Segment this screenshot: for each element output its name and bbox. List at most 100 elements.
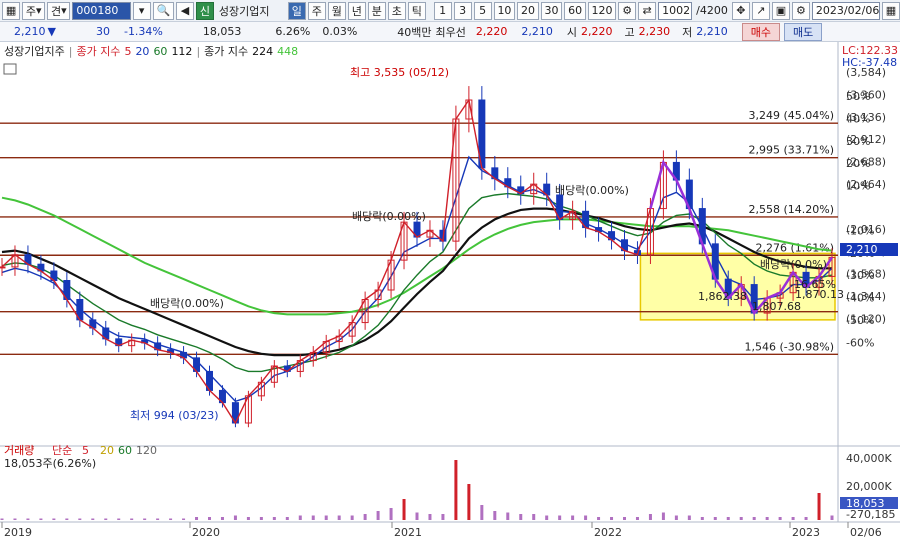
- volume-bar: [545, 515, 549, 520]
- volume-period: 5: [82, 444, 89, 457]
- low-price: 2,210: [696, 25, 728, 38]
- volume-bar: [52, 518, 56, 520]
- volume-current: 18,053주(6.26%): [4, 457, 96, 470]
- save-icon[interactable]: ▣: [771, 1, 790, 20]
- volume-bar: [0, 518, 4, 520]
- x-label: 2023: [792, 526, 820, 539]
- market-select[interactable]: 주 ▾: [22, 1, 46, 20]
- volume-bar: [506, 512, 510, 520]
- y-pct-label: 20%: [846, 157, 870, 170]
- volume-bar: [220, 517, 224, 520]
- volume-bar: [804, 517, 808, 520]
- period-tick[interactable]: 틱: [407, 1, 426, 20]
- buy-button[interactable]: 매수: [741, 22, 781, 41]
- volume-bar: [648, 514, 652, 520]
- minute-opt-5[interactable]: 5: [473, 1, 492, 20]
- volume-period: 120: [136, 444, 157, 457]
- legend-ma448: 448: [277, 44, 299, 58]
- volume-bar: [272, 517, 276, 520]
- volume-bar: [169, 518, 173, 520]
- volume-period: 20: [100, 444, 114, 457]
- type-label: 견: [50, 4, 62, 18]
- volume-bar: [324, 515, 328, 520]
- period-second[interactable]: 초: [387, 1, 406, 20]
- x-label: 2021: [394, 526, 422, 539]
- calendar-icon[interactable]: ▦: [881, 1, 900, 20]
- legend-ma224: 224: [252, 44, 274, 58]
- volume-bar: [558, 515, 562, 520]
- volume-bar: [26, 518, 30, 520]
- y-pct-label: -60%: [846, 336, 874, 349]
- minute-opt-60[interactable]: 60: [564, 1, 586, 20]
- period-week[interactable]: 주: [307, 1, 326, 20]
- volume-bar: [195, 517, 199, 520]
- volume-bar: [402, 499, 406, 520]
- volume-bar: [778, 517, 782, 520]
- volume-bar: [143, 518, 147, 520]
- date-input[interactable]: 2023/02/06: [811, 1, 880, 20]
- period-minute[interactable]: 분: [367, 1, 386, 20]
- minute-opt-3[interactable]: 3: [453, 1, 472, 20]
- level-label-5: 1,546 (-30.98%): [745, 340, 834, 353]
- type-select[interactable]: 견 ▾: [47, 1, 71, 20]
- chart-toolbar: ▦ 주 ▾ 견 ▾ 000180 ▾ 🔍 ◀ 신 성장기업지 일 주 월 년 분 초…: [0, 0, 900, 22]
- period-day[interactable]: 일: [287, 1, 306, 20]
- grid-icon[interactable]: ▦: [2, 1, 21, 20]
- volume-bar: [687, 515, 691, 520]
- bid-price: 2,220: [475, 25, 508, 38]
- dividend-label-0: 배당락(0.00%): [150, 297, 224, 310]
- volume-bar: [208, 517, 211, 520]
- current-price: 2,210: [14, 25, 46, 38]
- volume-bar: [830, 515, 834, 520]
- minute-opt-120[interactable]: 120: [587, 1, 617, 20]
- gear-icon[interactable]: ⚙: [791, 1, 810, 20]
- x-label: 2019: [4, 526, 32, 539]
- new-badge[interactable]: 신: [195, 1, 214, 20]
- x-label: 02/06: [850, 526, 882, 539]
- volume-axis-label: 20,000K: [846, 480, 892, 493]
- minute-opt-1[interactable]: 1: [433, 1, 452, 20]
- volume-bar: [584, 515, 588, 520]
- dividend-label-2: 배당락(0.00%): [555, 184, 629, 197]
- y-pct-label: 10%: [846, 180, 870, 193]
- minute-opt-30[interactable]: 30: [540, 1, 563, 20]
- volume-bar: [259, 517, 263, 520]
- settings-icon[interactable]: ⚙: [618, 1, 637, 20]
- volume-bar: [635, 517, 639, 520]
- count-total: /4200: [696, 4, 728, 17]
- volume-bar: [389, 508, 393, 520]
- zoom-icon[interactable]: ✥: [731, 1, 750, 20]
- x-label: 2020: [192, 526, 220, 539]
- volume-bar: [117, 518, 121, 520]
- minute-opt-10[interactable]: 10: [493, 1, 516, 20]
- count-input[interactable]: 1002: [658, 1, 693, 20]
- legend-ma20: 20: [135, 44, 150, 58]
- down-arrow-icon: ▼: [47, 25, 56, 38]
- extra-pct: 0.03%: [322, 25, 358, 38]
- ruler-icon[interactable]: ↗: [751, 1, 770, 20]
- volume-bar: [363, 514, 367, 520]
- code-dropdown-icon[interactable]: ▾: [132, 1, 151, 20]
- legend-ma2-label: 종가 지수: [204, 45, 249, 58]
- y-price-label: (3,584): [846, 66, 886, 79]
- volume-axis-label: 40,000K: [846, 452, 892, 465]
- sell-button[interactable]: 매도: [784, 22, 823, 41]
- period-year[interactable]: 년: [347, 1, 366, 20]
- stock-code-input[interactable]: 000180: [72, 1, 131, 20]
- price-chart[interactable]: LC:122.33HC:-37.483,249 (45.04%)2,995 (3…: [0, 42, 900, 541]
- volume-bar: [674, 515, 678, 520]
- ask-price: 2,210: [521, 25, 553, 38]
- volume-title: 거래량: [4, 444, 34, 457]
- volume-bar: [337, 515, 341, 520]
- minute-opt-20[interactable]: 20: [517, 1, 539, 20]
- low-annotation: 최저 994 (03/23): [130, 409, 219, 422]
- speaker-icon[interactable]: ◀: [175, 1, 194, 20]
- volume-bar: [467, 484, 471, 520]
- period-month[interactable]: 월: [327, 1, 346, 20]
- volume-bar: [752, 517, 756, 520]
- compare-icon[interactable]: ⇄: [638, 1, 657, 20]
- volume-bar: [233, 515, 237, 520]
- search-icon[interactable]: 🔍: [152, 1, 174, 20]
- volume-bar: [182, 518, 186, 520]
- box-label-0: 1,862.38: [698, 290, 747, 303]
